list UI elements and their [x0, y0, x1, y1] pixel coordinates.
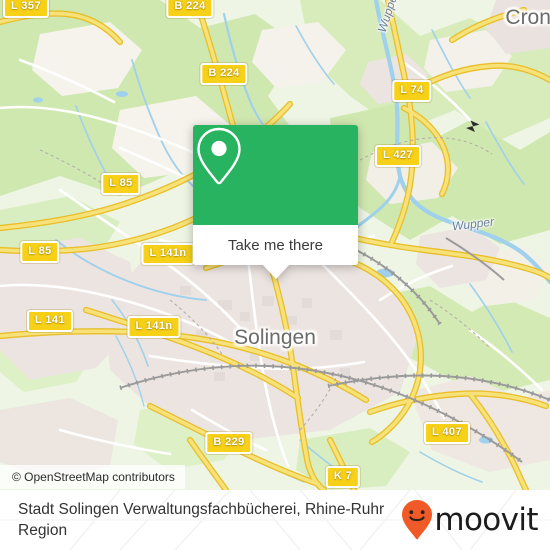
take-me-there-button[interactable]: Take me there: [193, 225, 358, 265]
road-shield-l85-west: L 85: [20, 241, 60, 263]
road-shield-l427: L 427: [375, 145, 421, 167]
road-shield-l141n-south: L 141n: [127, 316, 181, 338]
map-screenshot: Solingen Crone Wupper Wupper L 357 B 224…: [0, 0, 550, 550]
road-shield-b224-north: B 224: [166, 0, 214, 18]
place-label-solingen: Solingen: [234, 326, 316, 349]
moovit-smiley-pin-icon: [402, 500, 433, 540]
road-shield-l141: L 141: [27, 310, 73, 332]
map-pin-icon: [197, 127, 241, 185]
road-shield-l141n-north: L 141n: [141, 243, 195, 265]
road-shield-k7: K 7: [325, 466, 361, 488]
road-shield-b229: B 229: [205, 432, 253, 454]
moovit-logo[interactable]: moovit: [400, 499, 539, 541]
road-shield-l357: L 357: [3, 0, 49, 18]
map-canvas[interactable]: Solingen Crone Wupper Wupper L 357 B 224…: [0, 0, 550, 490]
osm-attribution[interactable]: © OpenStreetMap contributors: [0, 465, 185, 489]
callout-header: [193, 125, 358, 225]
road-shield-l407: L 407: [424, 422, 470, 444]
location-title: Stadt Solingen Verwaltungsfachbücherei, …: [18, 501, 385, 539]
place-label-crone: Crone: [505, 6, 550, 29]
moovit-wordmark: moovit: [434, 501, 538, 538]
callout-tail: [262, 265, 289, 279]
road-shield-l74: L 74: [392, 80, 432, 102]
road-shield-b224-mid: B 224: [200, 63, 248, 85]
map-callout-card[interactable]: Take me there: [193, 125, 358, 279]
road-shield-l85-east: L 85: [101, 173, 141, 195]
footer-bar: Stadt Solingen Verwaltungsfachbücherei, …: [0, 490, 550, 550]
